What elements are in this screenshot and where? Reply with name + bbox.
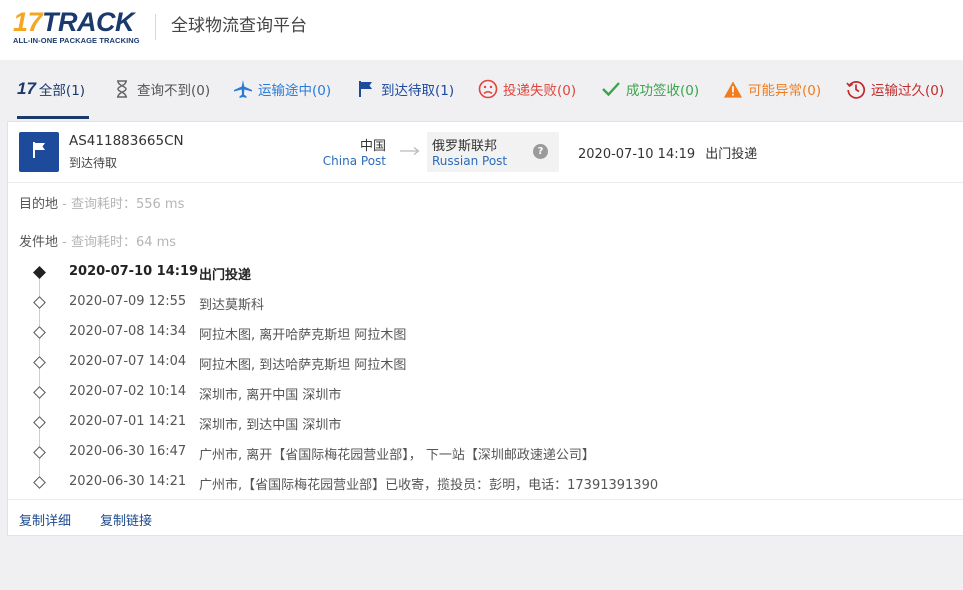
tab-label: 成功签收(0) (626, 83, 700, 99)
timeline-event: 2020-07-02 10:14 深圳市, 离开中国 深圳市 (8, 382, 908, 403)
history-clock-icon (846, 79, 866, 99)
timeline-event: 2020-07-01 14:21 深圳市, 到达中国 深圳市 (8, 412, 908, 433)
status-badge (19, 132, 59, 172)
timeline-dot (33, 476, 46, 489)
event-desc: 到达莫斯科 (199, 298, 265, 313)
timeline-event: 2020-07-07 14:04 阿拉木图, 到达哈萨克斯坦 阿拉木图 (8, 352, 908, 373)
airplane-icon (233, 79, 253, 99)
section-title: 目的地 (19, 197, 59, 212)
event-time: 2020-07-10 14:19 (69, 264, 199, 279)
event-desc: 出门投递 (199, 268, 252, 283)
site-header: 17TRACK ALL-IN-ONE PACKAGE TRACKING 全球物流… (0, 0, 963, 60)
event-desc: 广州市,【省国际梅花园营业部】已收寄，揽投员：彭明，电话：17391391390 (199, 478, 659, 493)
event-desc: 深圳市, 到达中国 深圳市 (199, 418, 342, 433)
flag-icon (31, 141, 47, 163)
flag-icon (356, 79, 376, 99)
copy-link-link[interactable]: 复制链接 (100, 510, 152, 529)
tracking-number[interactable]: AS411883665CN (69, 133, 184, 149)
destination-section-label: 目的地 - 查询耗时：556 ms (19, 193, 184, 212)
event-time: 2020-07-07 14:04 (69, 354, 187, 369)
timeline-dot (33, 446, 46, 459)
warning-icon (723, 79, 743, 99)
timeline-event: 2020-07-08 14:34 阿拉木图, 离开哈萨克斯坦 阿拉木图 (8, 322, 908, 343)
event-time: 2020-06-30 16:47 (69, 444, 187, 459)
destination-carrier-link[interactable]: Russian Post (432, 154, 507, 168)
tab-not-found[interactable]: 查询不到(0) (112, 78, 210, 100)
tab-label: 全部(1) (38, 83, 86, 99)
tab-label: 运输途中(0) (258, 83, 332, 99)
copy-details-link[interactable]: 复制详细 (19, 510, 71, 529)
tab-label: 投递失败(0) (503, 83, 577, 99)
shipment-summary[interactable]: AS411883665CN 到达待取 中国 China Post 俄罗斯联邦 R… (8, 122, 963, 183)
tab-exception[interactable]: 可能异常(0) (723, 78, 821, 100)
tab-in-transit[interactable]: 运输途中(0) (233, 78, 331, 100)
query-time: - 查询耗时：556 ms (58, 197, 185, 212)
tab-all[interactable]: 17 全部(1) (17, 78, 85, 100)
latest-event-desc: 出门投递 (705, 147, 758, 162)
logo-tagline: ALL-IN-ONE PACKAGE TRACKING (13, 36, 140, 45)
tab-label: 可能异常(0) (748, 83, 822, 99)
event-time: 2020-07-09 12:55 (69, 294, 187, 309)
origin-country: 中国 (359, 139, 386, 154)
origin-carrier-link[interactable]: China Post (298, 154, 386, 168)
latest-event-time: 2020-07-10 14:19 (578, 147, 696, 162)
latest-event: 2020-07-10 14:19 出门投递 (578, 143, 757, 162)
event-time: 2020-07-01 14:21 (69, 414, 187, 429)
event-time: 2020-07-08 14:34 (69, 324, 187, 339)
query-time: - 查询耗时：64 ms (58, 235, 177, 250)
header-divider (155, 14, 156, 40)
timeline-event: 2020-06-30 14:21 广州市,【省国际梅花园营业部】已收寄，揽投员：… (8, 472, 908, 493)
tab-label: 到达待取(1) (381, 83, 455, 99)
tab-expired[interactable]: 运输过久(0) (846, 78, 944, 100)
tab-label: 查询不到(0) (137, 83, 211, 99)
event-desc: 阿拉木图, 离开哈萨克斯坦 阿拉木图 (199, 328, 407, 343)
timeline-event: 2020-07-09 12:55 到达莫斯科 (8, 292, 908, 313)
timeline-dot (33, 386, 46, 399)
timeline-dot (33, 356, 46, 369)
arrow-right-icon (399, 145, 421, 160)
hourglass-icon (112, 79, 132, 99)
timeline-dot (33, 266, 46, 279)
active-tab-indicator (17, 116, 89, 119)
event-desc: 深圳市, 离开中国 深圳市 (199, 388, 342, 403)
help-icon[interactable]: ? (533, 144, 548, 159)
origin-section-label: 发件地 - 查询耗时：64 ms (19, 231, 176, 250)
tab-delivery-failed[interactable]: 投递失败(0) (478, 78, 576, 100)
17track-logo[interactable]: 17TRACK ALL-IN-ONE PACKAGE TRACKING (13, 8, 143, 48)
status-tabs: 17 全部(1) 查询不到(0) 运输途中(0) 到达待取(1) 投递失败(0)… (0, 60, 963, 119)
tab-label: 运输过久(0) (871, 83, 945, 99)
site-title: 全球物流查询平台 (171, 16, 307, 36)
event-desc: 广州市, 离开【省国际梅花园营业部】， 下一站【深圳邮政速递公司】 (199, 448, 595, 463)
shipment-status: 到达待取 (69, 156, 118, 170)
timeline-event: 2020-07-10 14:19 出门投递 (8, 262, 908, 283)
logo-word: TRACK (42, 7, 135, 37)
timeline-event: 2020-06-30 16:47 广州市, 离开【省国际梅花园营业部】， 下一站… (8, 442, 908, 463)
tab-delivered[interactable]: 成功签收(0) (601, 78, 699, 100)
card-footer: 复制详细 复制链接 (8, 499, 963, 536)
tab-pickup[interactable]: 到达待取(1) (356, 78, 454, 100)
checkmark-icon (601, 79, 621, 99)
17track-icon: 17 (17, 79, 36, 98)
timeline-dot (33, 326, 46, 339)
timeline-dot (33, 296, 46, 309)
event-time: 2020-06-30 14:21 (69, 474, 187, 489)
destination-box: 俄罗斯联邦 Russian Post ? (427, 132, 559, 172)
event-time: 2020-07-02 10:14 (69, 384, 187, 399)
sad-face-icon (478, 79, 498, 99)
destination-country: 俄罗斯联邦 (432, 139, 498, 154)
logo-number: 17 (13, 7, 43, 37)
event-desc: 阿拉木图, 到达哈萨克斯坦 阿拉木图 (199, 358, 407, 373)
tracking-result-card: AS411883665CN 到达待取 中国 China Post 俄罗斯联邦 R… (7, 121, 963, 536)
section-title: 发件地 (19, 235, 59, 250)
timeline-dot (33, 416, 46, 429)
